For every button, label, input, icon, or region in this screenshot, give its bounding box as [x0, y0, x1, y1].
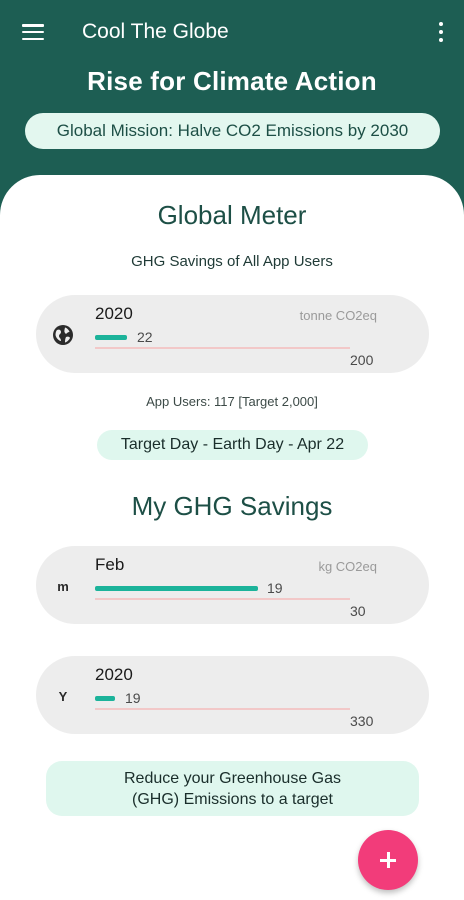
monthly-progress-fill [95, 586, 258, 591]
target-day-badge: Target Day - Earth Day - Apr 22 [97, 430, 368, 460]
headline: Rise for Climate Action [87, 66, 377, 96]
reduce-emissions-button[interactable]: Reduce your Greenhouse Gas (GHG) Emissio… [46, 761, 419, 816]
add-fab-button[interactable] [358, 830, 418, 890]
monthly-target: 30 [350, 603, 366, 619]
monthly-period: Feb [95, 555, 125, 574]
monthly-savings-card[interactable]: m Feb kg CO2eq 19 30 [36, 546, 429, 624]
monthly-progress-track [95, 598, 350, 600]
global-value: 22 [137, 329, 153, 345]
globe-icon [52, 324, 74, 346]
monthly-unit: kg CO2eq [318, 559, 377, 574]
global-meter-subtitle: GHG Savings of All App Users [131, 253, 333, 270]
app-title: Cool The Globe [82, 20, 229, 43]
reduce-line-1: Reduce your Greenhouse Gas [123, 769, 341, 787]
yearly-period: 2020 [95, 665, 133, 684]
global-target: 200 [350, 352, 374, 368]
global-meter-card[interactable]: 2020 tonne CO2eq 22 200 [36, 295, 429, 373]
yearly-target: 330 [350, 713, 374, 729]
month-letter-icon: m [57, 578, 69, 594]
plus-icon [380, 852, 396, 868]
yearly-value: 19 [125, 690, 141, 706]
app-users-count: App Users: 117 [Target 2,000] [146, 394, 318, 409]
global-progress-fill [95, 335, 127, 340]
app-bar: Cool The Globe [0, 0, 464, 64]
monthly-value: 19 [267, 580, 283, 596]
year-letter-icon: Y [58, 688, 68, 704]
my-savings-title: My GHG Savings [131, 491, 333, 521]
global-progress-track [95, 347, 350, 349]
yearly-progress-track [95, 708, 350, 710]
global-unit: tonne CO2eq [299, 308, 377, 323]
global-meter-title: Global Meter [157, 200, 307, 230]
hamburger-menu-icon[interactable] [22, 24, 44, 40]
mission-banner: Global Mission: Halve CO2 Emissions by 2… [25, 113, 440, 149]
reduce-line-2: (GHG) Emissions to a target [132, 790, 333, 808]
more-vert-icon[interactable] [438, 22, 444, 42]
global-period: 2020 [95, 304, 133, 323]
yearly-savings-card[interactable]: Y 2020 19 330 [36, 656, 429, 734]
yearly-progress-fill [95, 696, 115, 701]
